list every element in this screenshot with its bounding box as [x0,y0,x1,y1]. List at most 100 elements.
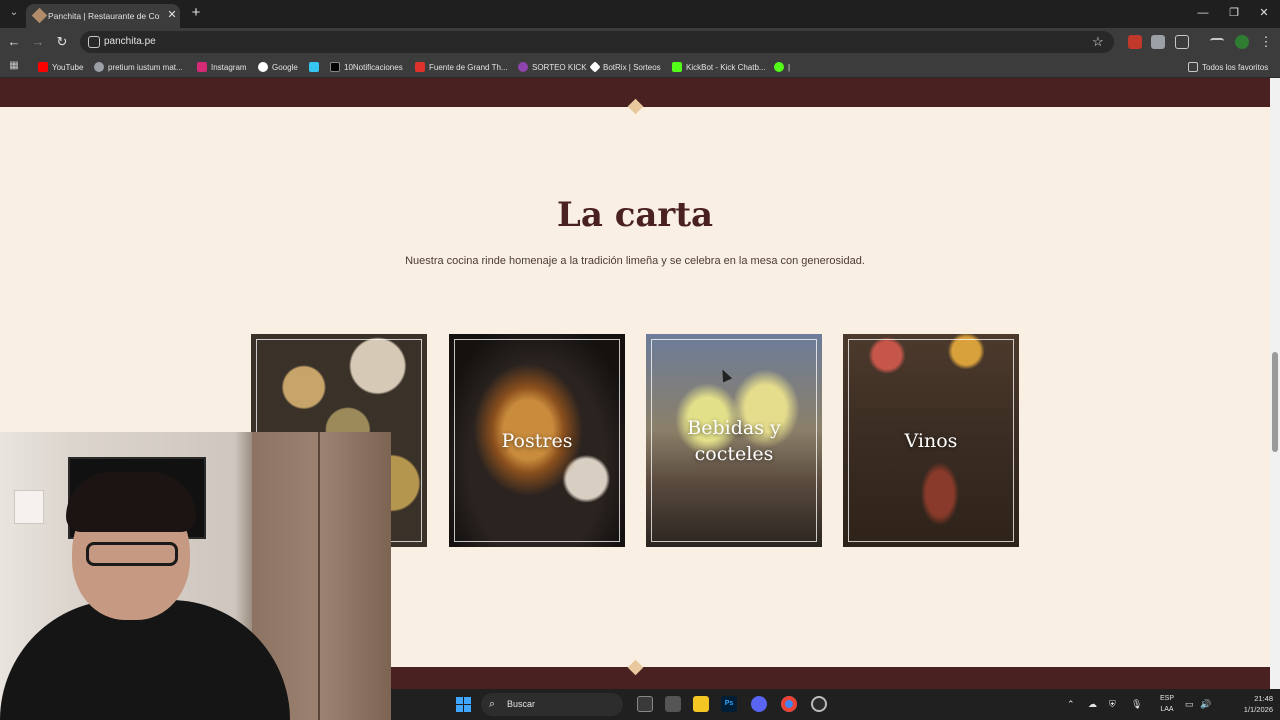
folder-icon [1188,62,1198,72]
bookmark-label: SORTEO KICK [532,62,587,72]
menu-card-bebidas[interactable]: Bebidas y cocteles [646,334,822,547]
card-label: Postres [501,429,573,452]
bookmark-label: 10Notificaciones [344,62,403,72]
bookmark-instagram[interactable]: Instagram [197,60,247,74]
minimize-icon[interactable]: — [1193,5,1213,21]
bookmark-label: pretium iustum mat... [108,62,183,72]
tab-title: Panchita | Restaurante de Comi [48,11,160,21]
google-icon [258,62,268,72]
tray-volume-icon[interactable]: 🔊 [1200,697,1211,711]
x-icon [330,62,340,72]
app-icon[interactable] [665,696,681,712]
taskbar-clock[interactable]: 21:48 1/1/2026 [1213,693,1273,715]
bookmark-label: Fuente de Grand Th... [429,62,508,72]
slack-icon [309,62,319,72]
browser-toolbar: ← → ↻ panchita.pe ☆ ⋮ [0,28,1280,56]
clock-date: 1/1/2026 [1243,705,1273,714]
discord-icon[interactable] [751,696,767,712]
bookmark-fuente[interactable]: Fuente de Grand Th... [415,60,508,74]
tray-cloud-icon[interactable]: ☁ [1088,697,1097,711]
bookmark-icon [774,62,784,72]
tab-close-icon[interactable]: ✕ [165,8,179,22]
site-favicon-icon [31,7,48,24]
extensions-puzzle-icon[interactable] [1175,35,1189,49]
extension-icon[interactable] [1128,35,1142,49]
card-label: Vinos [904,429,958,452]
bookmarks-bar: ▦ YouTube pretium iustum mat... Instagra… [0,56,1280,78]
forward-arrow-icon[interactable]: → [30,34,46,50]
bookmark-botrix[interactable]: BotRix | Sorteos [589,60,661,74]
bookmarks-all-folder[interactable]: Todos los favoritos [1188,60,1268,74]
media-control-icon[interactable] [1210,38,1224,46]
kick-icon [518,62,528,72]
bookmark-label: Google [272,62,298,72]
file-explorer-icon[interactable] [693,696,709,712]
bookmark-pretium[interactable]: pretium iustum mat... [94,60,183,74]
botrix-icon [589,61,601,73]
address-url: panchita.pe [104,36,156,47]
webcam-wall-object [14,490,44,524]
tray-network-icon[interactable]: ▭ [1185,697,1194,711]
restore-icon[interactable]: ❐ [1224,5,1244,21]
bookmark-x[interactable]: 10Notificaciones [330,60,403,74]
bookmark-kickbot[interactable]: KickBot - Kick Chatb... [672,60,766,74]
window-close-icon[interactable]: ✕ [1254,5,1274,21]
webcam-person-hair [66,472,196,532]
app-icon[interactable] [811,696,827,712]
bookmark-star-icon[interactable]: ☆ [1092,34,1104,50]
bookmark-google[interactable]: Google [258,60,298,74]
lang-code: ESP [1159,695,1174,702]
keyboard-layout: LAA [1160,706,1174,713]
card-label: Bebidas y cocteles [687,416,781,465]
menu-card-vinos[interactable]: Vinos [843,334,1019,547]
tab-search-icon[interactable]: ⌄ [6,5,22,21]
taskbar-search-box[interactable]: ⌕ Buscar [481,693,623,716]
menu-card-postres[interactable]: Postres [449,334,625,547]
browser-tab-active[interactable]: Panchita | Restaurante de Comi ✕ [26,4,180,28]
tray-chevron-up-icon[interactable]: ⌃ [1067,697,1075,711]
menu-kebab-icon[interactable]: ⋮ [1258,34,1274,50]
reload-icon[interactable]: ↻ [54,34,70,50]
bookmark-sorteo-kick[interactable]: SORTEO KICK [518,60,587,74]
windows-taskbar: ⌕ Buscar Ps ⌃ ☁ ⛨ 🎙 ESP LAA ▭ 🔊 21:48 1/… [391,689,1280,720]
input-language[interactable]: ESP LAA [1154,693,1180,715]
font-icon [415,62,425,72]
bookmark-label: | [788,62,791,72]
section-subtitle: Nuestra cocina rinde homenaje a la tradi… [405,255,865,267]
profile-avatar[interactable] [1235,35,1249,49]
task-view-icon[interactable] [637,696,653,712]
instagram-icon [197,62,207,72]
bookmark-label: BotRix | Sorteos [603,62,661,72]
clock-time: 21:48 [1254,694,1273,703]
bookmark-slack[interactable] [309,60,319,74]
bookmark-extra[interactable]: | [774,60,790,74]
webcam-wardrobe-seam [318,432,320,720]
new-tab-button[interactable]: + [188,5,204,21]
tray-shield-icon[interactable]: ⛨ [1109,697,1116,711]
apps-grid-icon[interactable]: ▦ [8,60,20,72]
bookmark-label: KickBot - Kick Chatb... [686,62,766,72]
youtube-icon [38,62,48,72]
address-bar[interactable]: panchita.pe ☆ [80,31,1114,53]
start-windows-icon[interactable] [456,697,471,712]
bookmark-label: YouTube [52,62,84,72]
bookmark-youtube[interactable]: YouTube [38,60,83,74]
browser-tabbar: ⌄ Panchita | Restaurante de Comi ✕ + — ❐… [0,0,1280,28]
webcam-person-glasses [86,542,178,566]
bookmark-label: Instagram [211,62,247,72]
page-scrollbar[interactable] [1270,78,1280,689]
chrome-icon[interactable] [781,696,797,712]
kickbot-icon [672,62,682,72]
search-icon: ⌕ [489,698,496,710]
taskbar-search-placeholder: Buscar [507,699,536,709]
photoshop-icon[interactable]: Ps [721,696,737,712]
scrollbar-thumb[interactable] [1272,352,1278,452]
section-title: La carta [556,195,714,235]
extension-icon[interactable] [1151,35,1165,49]
webcam-overlay [0,432,391,720]
site-info-icon[interactable] [88,36,100,48]
tray-mic-icon[interactable]: 🎙 [1131,697,1142,711]
globe-icon [94,62,104,72]
back-arrow-icon[interactable]: ← [6,34,22,50]
bookmark-label: Todos los favoritos [1202,62,1269,72]
